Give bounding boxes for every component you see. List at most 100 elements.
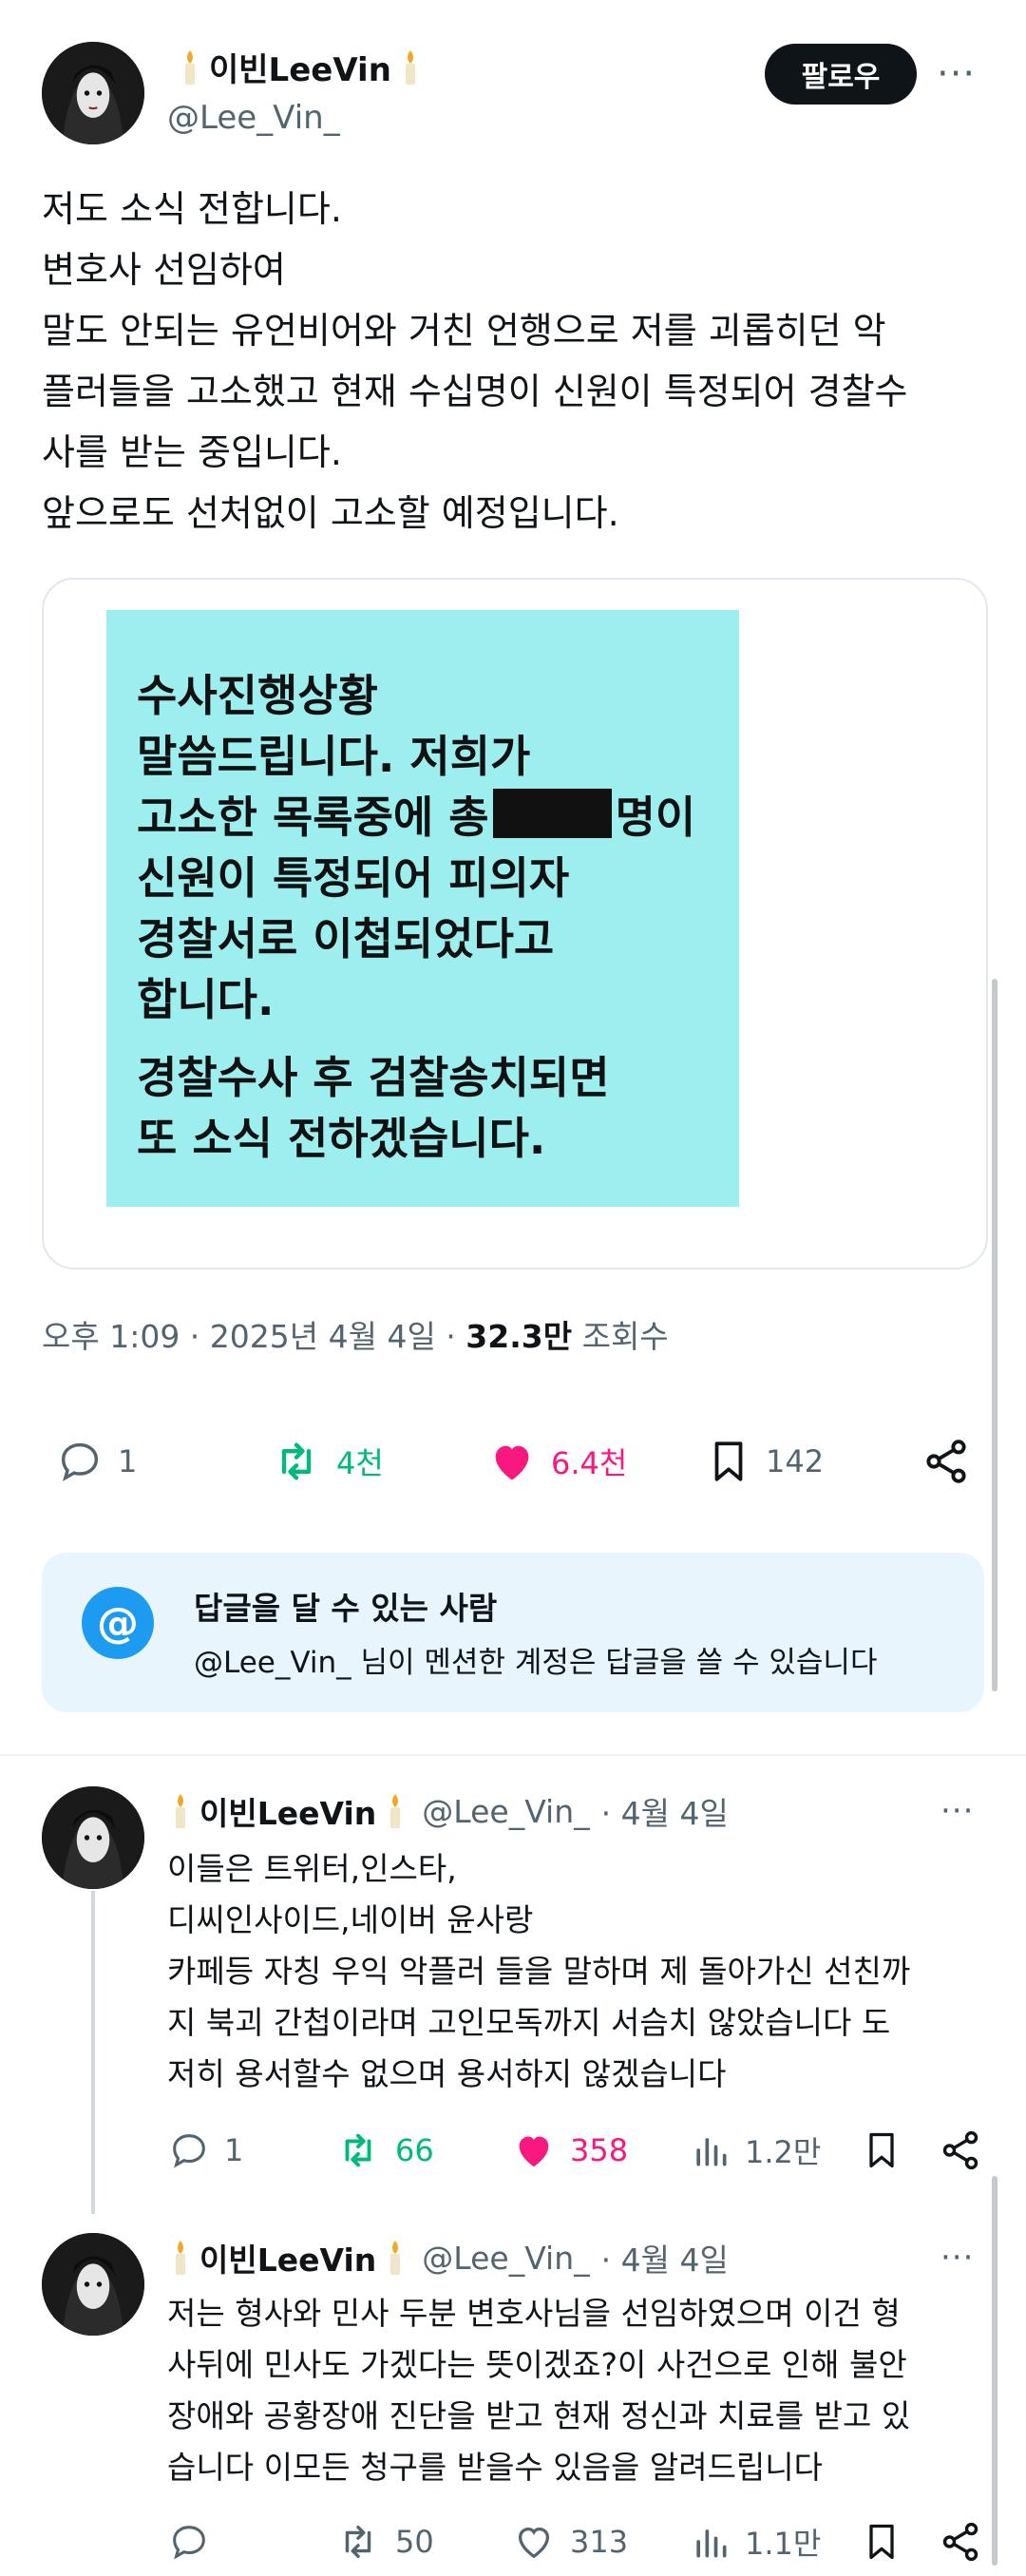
views-button[interactable]: 1.1만 bbox=[690, 2520, 821, 2564]
author-avatar[interactable] bbox=[42, 42, 144, 144]
heart-filled-icon bbox=[495, 1445, 529, 1480]
reply-author-handle[interactable]: @Lee_Vin_ bbox=[422, 2240, 589, 2277]
memo-line: 경찰수사 후 검찰송치되면 bbox=[137, 1052, 610, 1103]
bookmark-button[interactable]: 142 bbox=[705, 1437, 824, 1486]
bookmark-icon bbox=[869, 2524, 894, 2560]
reply-button[interactable]: 1 bbox=[55, 1437, 137, 1486]
memo-screenshot: 수사진행상황 말씀드립니다. 저희가 고소한 목록중에 총 명이 신원이 특정되어… bbox=[106, 610, 739, 1207]
reply-text-line: 이들은 트위터,인스타, bbox=[167, 1850, 457, 1887]
memo-line: 말씀드립니다. 저희가 bbox=[137, 731, 531, 782]
memo-line-part: 명이 bbox=[615, 792, 696, 843]
reply-text-line: 장애와 공황장애 진단을 받고 현재 정신과 치료를 받고 있 bbox=[167, 2397, 911, 2434]
bookmark-icon bbox=[714, 1441, 743, 1481]
share-icon bbox=[942, 2130, 978, 2170]
redaction-block bbox=[492, 789, 612, 838]
share-icon bbox=[942, 2522, 978, 2562]
reply-author-handle[interactable]: @Lee_Vin_ bbox=[422, 1793, 589, 1830]
reply-text: 이들은 트위터,인스타, 디씨인사이드,네이버 윤사랑 카페등 자칭 우익 악플… bbox=[167, 1843, 910, 2100]
reply-header: 이빈LeeVin @Lee_Vin_ · 4월 4일 bbox=[167, 2235, 729, 2280]
retweet-icon bbox=[281, 1442, 312, 1480]
avatar-illustration bbox=[42, 2233, 144, 2336]
reply-author-name[interactable]: 이빈LeeVin bbox=[200, 1788, 376, 1834]
author-name[interactable]: 이빈LeeVin bbox=[209, 44, 391, 90]
reply-button[interactable] bbox=[167, 2520, 224, 2564]
reply-restriction-notice: @ 답글을 달 수 있는 사람 @Lee_Vin_ 님이 멘션한 계정은 답글을… bbox=[42, 1553, 984, 1712]
reply-count: 1 bbox=[118, 1443, 138, 1479]
retweet-button[interactable]: 50 bbox=[334, 2520, 434, 2564]
bookmark-icon bbox=[869, 2132, 894, 2168]
bookmark-button[interactable] bbox=[861, 2128, 902, 2172]
reply-text-line: 지 북괴 간첩이라며 고인모독까지 서슴치 않았습니다 도 bbox=[167, 2004, 891, 2041]
reply-author-name[interactable]: 이빈LeeVin bbox=[200, 2235, 376, 2280]
tweet-text-line: 말도 안되는 유언비어와 거친 언행으로 저를 괴롭히던 악 bbox=[42, 310, 886, 352]
views-label: 조회수 bbox=[581, 1318, 669, 1355]
reply-header: 이빈LeeVin @Lee_Vin_ · 4월 4일 bbox=[167, 1788, 729, 1834]
views-count: 1.2만 bbox=[745, 2134, 822, 2170]
avatar-illustration bbox=[42, 42, 144, 144]
share-icon bbox=[926, 1440, 966, 1483]
tweet-media-image[interactable]: 수사진행상황 말씀드립니다. 저희가 고소한 목록중에 총 명이 신원이 특정되어… bbox=[42, 578, 988, 1269]
reply-text-line: 저히 용서할수 없으며 용서하지 않겠습니다 bbox=[167, 2055, 727, 2092]
candle-icon bbox=[176, 2241, 185, 2275]
reply-restriction-title: 답글을 달 수 있는 사람 bbox=[194, 1590, 498, 1627]
reply-avatar[interactable] bbox=[42, 1786, 144, 1889]
at-mention-icon: @ bbox=[82, 1587, 154, 1659]
memo-line: 신원이 특정되어 피의자 bbox=[137, 852, 570, 904]
more-options-icon[interactable]: ··· bbox=[940, 2242, 974, 2274]
share-button[interactable] bbox=[939, 2128, 982, 2172]
retweet-button[interactable]: 66 bbox=[334, 2128, 434, 2172]
bookmark-count: 142 bbox=[766, 1443, 825, 1479]
tweet-timestamp[interactable]: 오후 1:09 · 2025년 4월 4일 · bbox=[42, 1318, 456, 1355]
thread-connector-line bbox=[91, 1891, 95, 2214]
memo-line: 합니다. bbox=[137, 974, 275, 1025]
bookmark-button[interactable] bbox=[861, 2520, 902, 2564]
retweet-icon bbox=[345, 2133, 371, 2167]
reply-date[interactable]: · 4월 4일 bbox=[601, 2235, 729, 2280]
reply-count: 1 bbox=[224, 2132, 244, 2168]
reply-text-line: 사뒤에 민사도 가겠다는 뜻이겠죠?이 사건으로 인해 불안 bbox=[167, 2346, 907, 2383]
reply-text-line: 카페등 자칭 우익 악플러 들을 말하며 제 돌아가신 선친까 bbox=[167, 1953, 911, 1990]
views-button[interactable]: 1.2만 bbox=[690, 2128, 821, 2172]
tweet-text-line: 변호사 선임하여 bbox=[42, 249, 286, 291]
reply-icon bbox=[61, 1442, 99, 1481]
reply-icon bbox=[173, 2134, 205, 2168]
candle-icon bbox=[405, 49, 415, 85]
heart-filled-icon bbox=[519, 2136, 549, 2167]
like-button[interactable]: 6.4천 bbox=[486, 1437, 627, 1486]
like-count: 313 bbox=[570, 2524, 629, 2560]
share-button[interactable] bbox=[922, 1437, 971, 1486]
memo-line: 경찰서로 이첩되었다고 bbox=[137, 913, 555, 964]
retweet-count: 50 bbox=[395, 2524, 434, 2560]
reply-button[interactable]: 1 bbox=[167, 2128, 243, 2172]
more-options-icon[interactable]: ··· bbox=[937, 55, 976, 93]
like-button[interactable]: 358 bbox=[511, 2128, 628, 2172]
like-count: 358 bbox=[570, 2132, 629, 2168]
more-options-icon[interactable]: ··· bbox=[940, 1795, 974, 1827]
retweet-count: 4천 bbox=[336, 1445, 384, 1481]
memo-line: 또 소식 전하겠습니다. bbox=[137, 1113, 546, 1164]
share-button[interactable] bbox=[939, 2520, 982, 2564]
candle-icon bbox=[390, 2241, 401, 2275]
reply-avatar[interactable] bbox=[42, 2233, 144, 2336]
tweet-text-line: 저도 소식 전합니다. bbox=[42, 188, 342, 230]
candle-icon bbox=[390, 1794, 401, 1828]
scrollbar[interactable] bbox=[992, 2176, 998, 2566]
retweet-button[interactable]: 4천 bbox=[270, 1437, 384, 1486]
author-handle[interactable]: @Lee_Vin_ bbox=[167, 99, 340, 137]
reply-text-line: 디씨인사이드,네이버 윤사랑 bbox=[167, 1901, 534, 1938]
reply-text-line: 저는 형사와 민사 두분 변호사님을 선임하였으며 이건 형 bbox=[167, 2295, 901, 2332]
analytics-icon bbox=[696, 2138, 727, 2166]
like-count: 6.4천 bbox=[551, 1445, 628, 1481]
avatar-illustration bbox=[42, 1786, 144, 1889]
scrollbar[interactable] bbox=[992, 979, 998, 1691]
memo-line: 수사진행상황 bbox=[137, 670, 378, 721]
tweet-meta: 오후 1:09 · 2025년 4월 4일 · 32.3만 조회수 bbox=[42, 1311, 669, 1357]
memo-line-part: 고소한 목록중에 총 bbox=[137, 792, 489, 843]
author-name-row[interactable]: 이빈LeeVin bbox=[177, 44, 424, 90]
retweet-icon bbox=[345, 2525, 371, 2559]
follow-button[interactable]: 팔로우 bbox=[765, 44, 917, 105]
tweet-text-line: 플러들을 고소했고 현재 수십명이 신원이 특정되어 경찰수 bbox=[42, 371, 908, 412]
like-button[interactable]: 313 bbox=[511, 2520, 628, 2564]
heart-outline-icon bbox=[518, 2527, 550, 2559]
reply-date[interactable]: · 4월 4일 bbox=[601, 1788, 729, 1834]
